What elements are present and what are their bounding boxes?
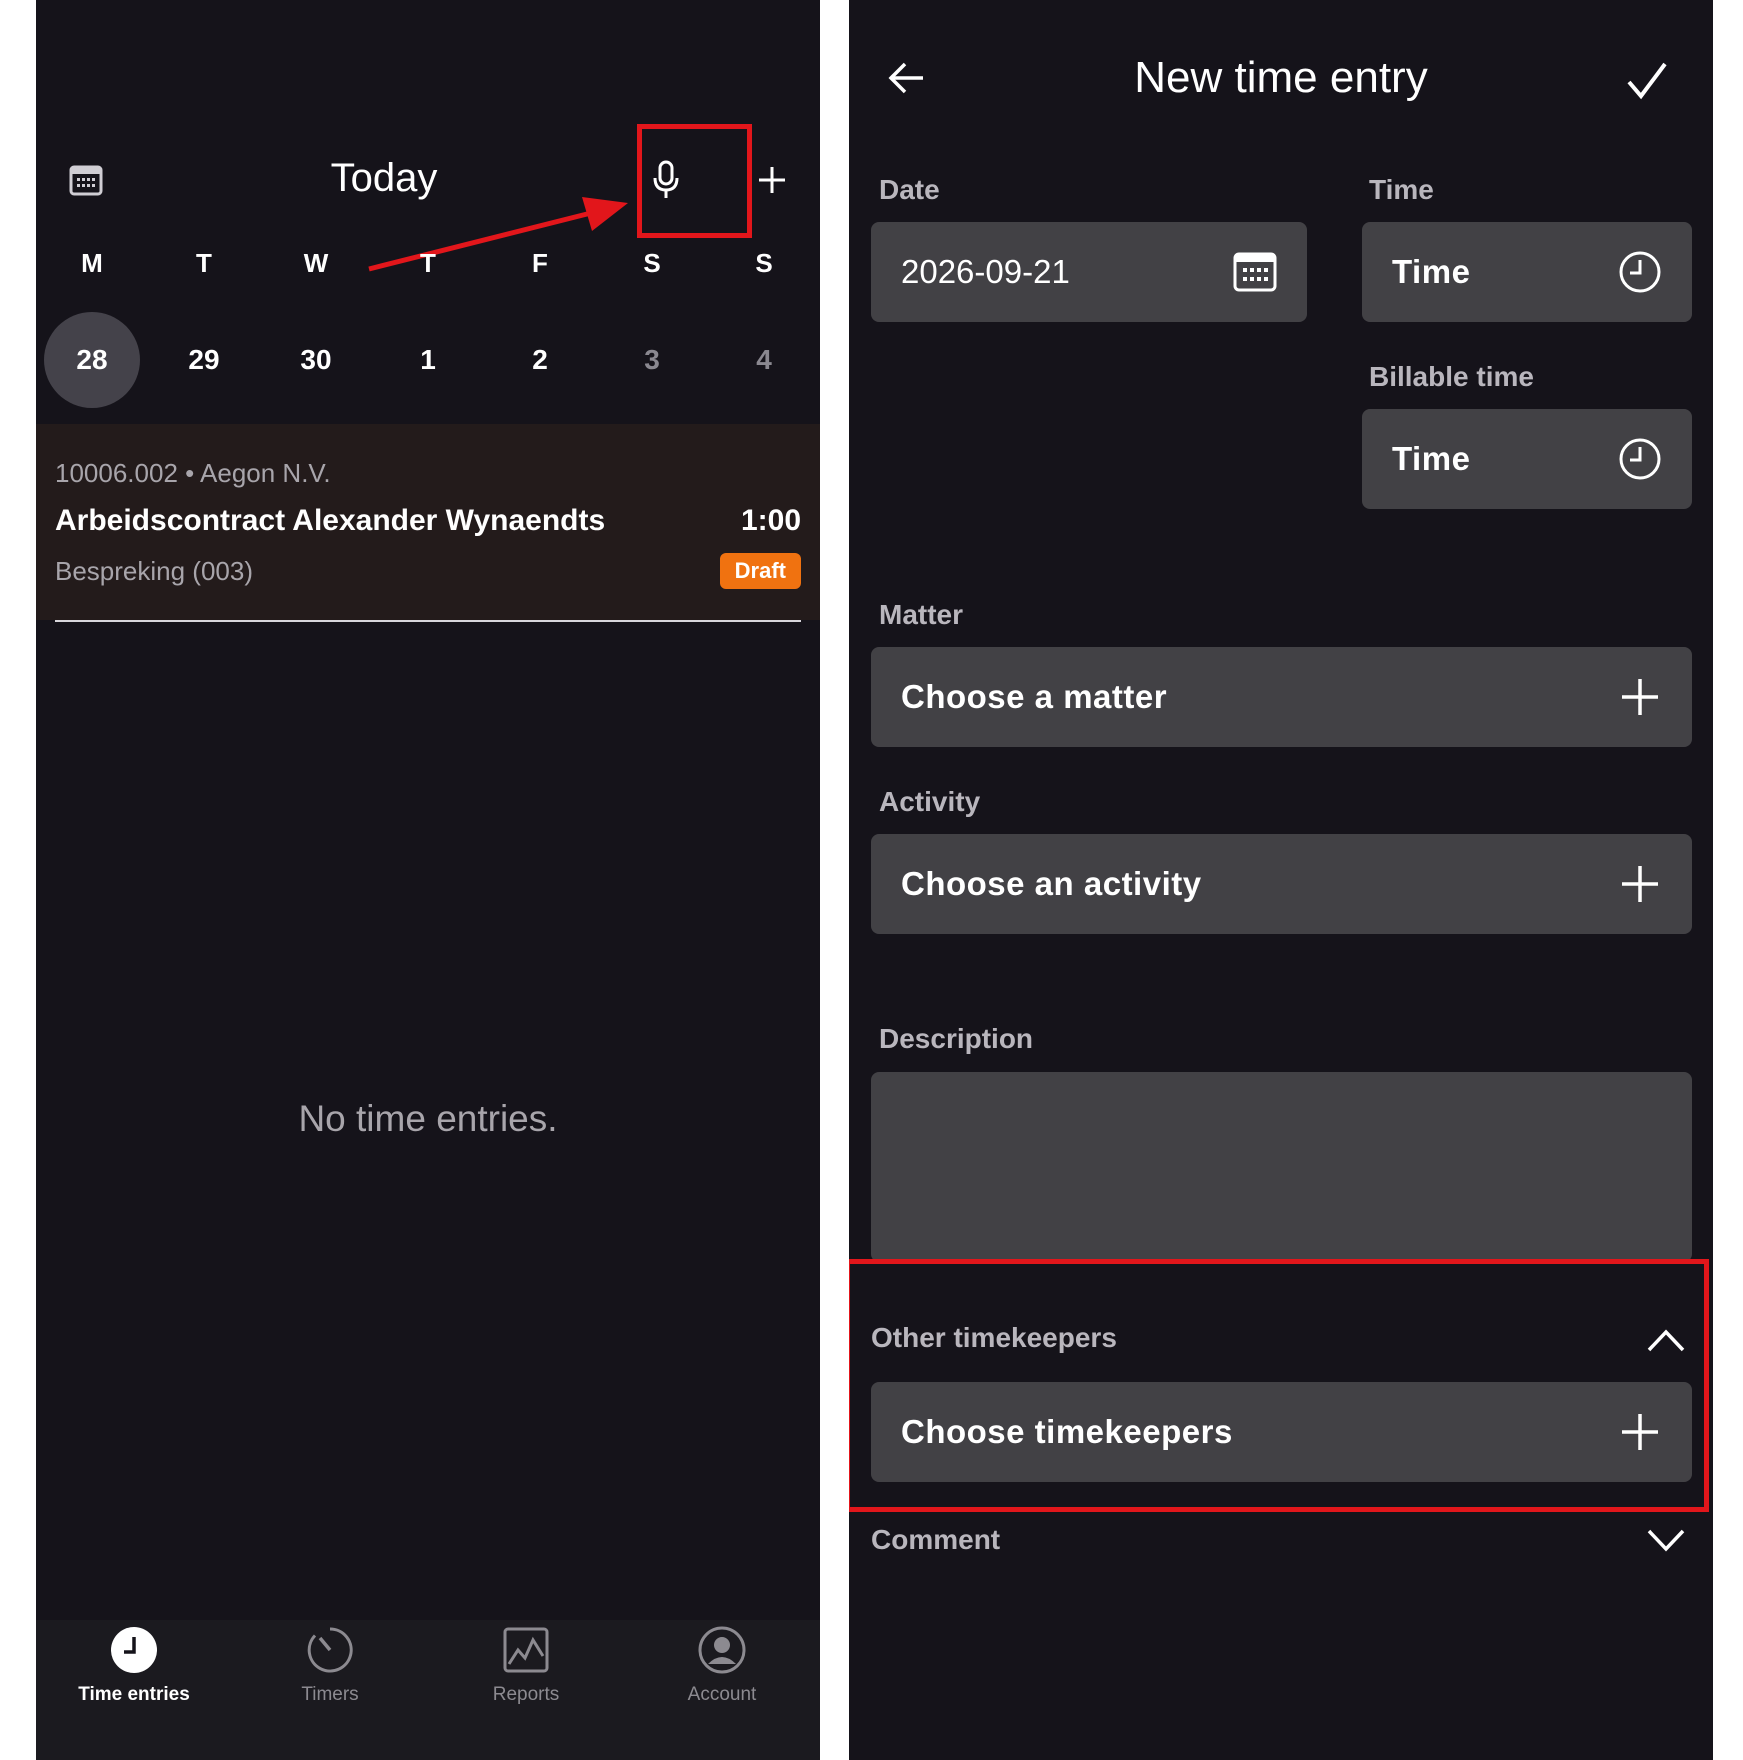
description-textarea[interactable] [871,1072,1692,1262]
page-title: New time entry [1134,53,1428,102]
billable-time-label: Billable time [1369,361,1534,392]
nav-label: Timers [301,1684,359,1705]
activity-label: Activity [879,786,981,817]
day-number[interactable]: 1 [372,340,484,380]
day-letter: S [643,248,661,278]
billable-time-field[interactable]: Time [1362,409,1692,509]
plus-icon [1622,1414,1658,1450]
date-value: 2026-09-21 [901,253,1070,290]
expand-comment-button[interactable] [1644,1518,1688,1562]
day-letter: T [196,248,212,278]
empty-state-message: No time entries. [298,1098,558,1139]
chevron-down-icon [1647,1529,1685,1552]
add-entry-button[interactable] [752,160,792,200]
day-letter: S [755,248,773,278]
matter-placeholder: Choose a matter [901,678,1168,715]
clock-icon [111,1627,157,1673]
time-field[interactable]: Time [1362,222,1692,322]
day-letter: M [81,248,103,278]
save-button[interactable] [1623,56,1671,104]
day-letter: F [532,248,548,278]
entry-matter-client: 10006.002 • Aegon N.V. [55,458,331,488]
timekeepers-placeholder: Choose timekeepers [901,1413,1233,1450]
entry-title: Arbeidscontract Alexander Wynaendts [55,504,606,537]
time-entries-screen: Today M T W T F S S 28 29 30 1 2 3 4 100… [36,0,820,1760]
other-timekeepers-label: Other timekeepers [871,1322,1117,1353]
entry-activity: Bespreking (003) [55,556,253,586]
activity-field[interactable]: Choose an activity [871,834,1692,934]
chart-icon [503,1627,549,1673]
day-number-selected[interactable]: 28 [36,340,148,380]
nav-account[interactable]: Account [624,1620,820,1760]
day-number[interactable]: 29 [148,340,260,380]
nav-timers[interactable]: Timers [232,1620,428,1760]
activity-placeholder: Choose an activity [901,865,1202,902]
nav-time-entries[interactable]: Time entries [36,1620,232,1760]
day-number[interactable]: 2 [484,340,596,380]
nav-label: Account [687,1684,757,1705]
nav-reports[interactable]: Reports [428,1620,624,1760]
matter-field[interactable]: Choose a matter [871,647,1692,747]
plus-icon [1622,866,1658,902]
day-number-weekend[interactable]: 3 [596,340,708,380]
checkmark-icon [1627,62,1667,100]
time-label: Time [1369,174,1434,205]
collapse-timekeepers-button[interactable] [1644,1318,1688,1362]
timer-icon [307,1627,353,1673]
time-placeholder: Time [1392,253,1471,290]
plus-icon [759,167,785,193]
description-label: Description [879,1023,1034,1054]
day-number-weekend[interactable]: 4 [708,340,820,380]
divider [55,620,801,622]
entry-duration: 1:00 [740,504,801,537]
nav-label: Reports [492,1684,560,1705]
clock-icon [1619,438,1661,480]
bottom-navigation: Time entries Timers Reports Account [36,1620,820,1760]
day-number[interactable]: 30 [260,340,372,380]
calendar-icon[interactable] [66,160,106,200]
plus-icon [1622,679,1658,715]
date-label: Date [879,174,940,205]
calendar-icon [1233,252,1277,292]
nav-label: Time entries [78,1684,190,1705]
status-badge: Draft [719,553,801,589]
new-time-entry-screen: New time entry Date 2026-09-21 Time Time… [849,0,1713,1760]
day-letter: W [303,248,329,278]
timekeepers-field[interactable]: Choose timekeepers [871,1382,1692,1482]
chevron-up-icon [1647,1329,1685,1352]
billable-time-placeholder: Time [1392,440,1471,477]
account-icon [698,1626,746,1674]
annotation-highlight-mic [637,124,752,238]
matter-label: Matter [879,599,964,630]
comment-label: Comment [871,1524,1001,1555]
date-field[interactable]: 2026-09-21 [871,222,1307,322]
clock-icon [1619,251,1661,293]
day-letter: T [420,248,436,278]
